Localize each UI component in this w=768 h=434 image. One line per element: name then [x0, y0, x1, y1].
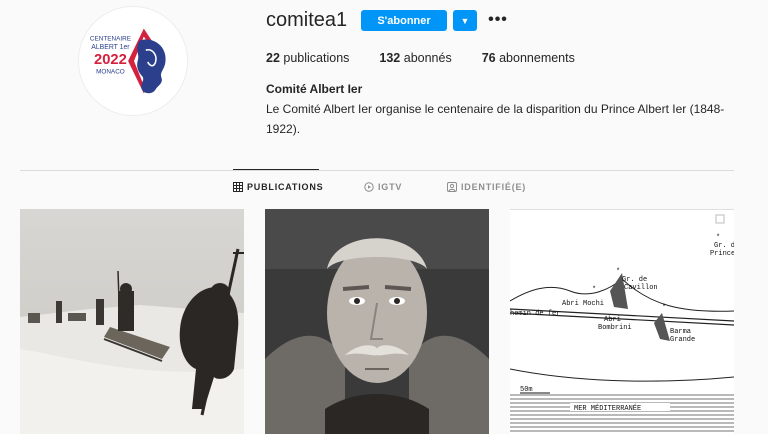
- logo-year: 2022: [94, 52, 127, 68]
- map-label-chemin: hemin de fer: [510, 310, 560, 318]
- map-label-prince: Prince: [710, 250, 734, 258]
- svg-text:*: *: [616, 268, 620, 276]
- map-label-gr-cavillon: Gr. de: [622, 276, 647, 284]
- post-sled-expedition[interactable]: [20, 209, 244, 434]
- map-label-barma: Barma: [670, 328, 691, 336]
- map-label-grande: Grande: [670, 336, 695, 344]
- stat-publications: 22 publications: [266, 51, 350, 65]
- logo-line1: CENTENAIRE: [90, 35, 131, 42]
- more-options-button[interactable]: •••: [487, 9, 509, 31]
- tabs-divider: [20, 170, 734, 171]
- profile-stats: 22 publications 132 abonnés 76 abonnemen…: [266, 51, 605, 65]
- svg-text:*: *: [662, 304, 666, 312]
- profile-avatar[interactable]: CENTENAIRE ALBERT 1er 2022 MONACO: [78, 6, 188, 116]
- stat-followers[interactable]: 132 abonnés: [379, 51, 451, 65]
- profile-full-name: Comité Albert Ier: [266, 82, 363, 96]
- tab-tagged[interactable]: IDENTIFIÉ(E): [447, 182, 526, 192]
- profile-username: comitea1: [266, 9, 348, 31]
- tab-igtv[interactable]: IGTV: [364, 182, 402, 192]
- logo-place: MONACO: [96, 69, 125, 76]
- map-label-abri: Abri: [604, 316, 621, 324]
- igtv-icon: [364, 182, 374, 192]
- profile-tabs: PUBLICATIONS IGTV IDENTIFIÉ(E): [0, 182, 768, 196]
- follow-button[interactable]: S'abonner: [361, 10, 447, 31]
- tab-publications[interactable]: PUBLICATIONS: [233, 182, 323, 192]
- sled-expedition-photo: [20, 209, 244, 434]
- tagged-user-icon: [447, 182, 457, 192]
- map-label-gr-du-prince: Gr. de: [714, 242, 734, 250]
- map-label-bombrini: Bombrini: [598, 324, 632, 332]
- ellipsis-icon: •••: [488, 11, 508, 28]
- suggestions-dropdown-button[interactable]: ▼: [453, 10, 477, 31]
- caves-map-image: * * * * Gr. de Cavillon Abri Mochi hemin…: [510, 209, 734, 434]
- caret-down-icon: ▼: [460, 15, 470, 26]
- map-label-abri-mochi: Abri Mochi: [562, 300, 604, 308]
- portrait-photo: [265, 209, 489, 434]
- profile-bio: Le Comité Albert Ier organise le centena…: [266, 102, 725, 136]
- stat-following[interactable]: 76 abonnements: [482, 51, 575, 65]
- logo-line2: ALBERT 1er: [91, 44, 130, 51]
- grid-icon: [233, 182, 243, 192]
- svg-text:*: *: [592, 286, 596, 294]
- map-label-sea: MER MÉDITERRANÉE: [574, 404, 641, 413]
- post-map[interactable]: * * * * Gr. de Cavillon Abri Mochi hemin…: [510, 209, 734, 434]
- svg-text:*: *: [716, 234, 720, 242]
- comite-logo: CENTENAIRE ALBERT 1er 2022 MONACO: [79, 7, 187, 115]
- map-label-cavillon: Cavillon: [624, 284, 658, 292]
- active-tab-indicator: [233, 169, 319, 170]
- post-portrait[interactable]: [265, 209, 489, 434]
